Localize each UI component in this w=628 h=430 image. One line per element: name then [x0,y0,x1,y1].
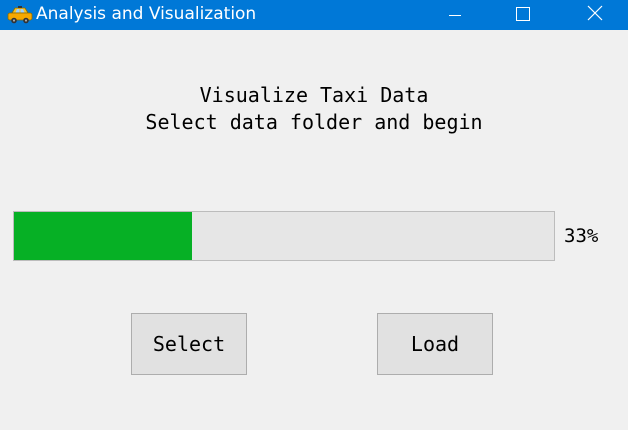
progress-bar-fill [14,212,193,260]
progress-percent-label: 33% [564,225,599,247]
window-title: Analysis and Visualization [36,4,257,24]
close-button[interactable] [572,0,618,30]
progress-bar [13,211,555,261]
minimize-button[interactable] [432,0,478,30]
maximize-icon [516,6,530,25]
heading-instructions: Select data folder and begin [145,110,483,134]
taxi-car-icon [6,5,34,25]
maximize-button[interactable] [500,0,546,30]
minimize-icon [449,6,461,25]
title-bar[interactable]: Analysis and Visualization [0,0,628,30]
app-window: Analysis and Visualization Visualize Tax… [0,0,628,430]
close-icon [587,5,603,25]
select-button[interactable]: Select [131,313,247,375]
load-button[interactable]: Load [377,313,493,375]
heading-title: Visualize Taxi Data [199,83,429,107]
